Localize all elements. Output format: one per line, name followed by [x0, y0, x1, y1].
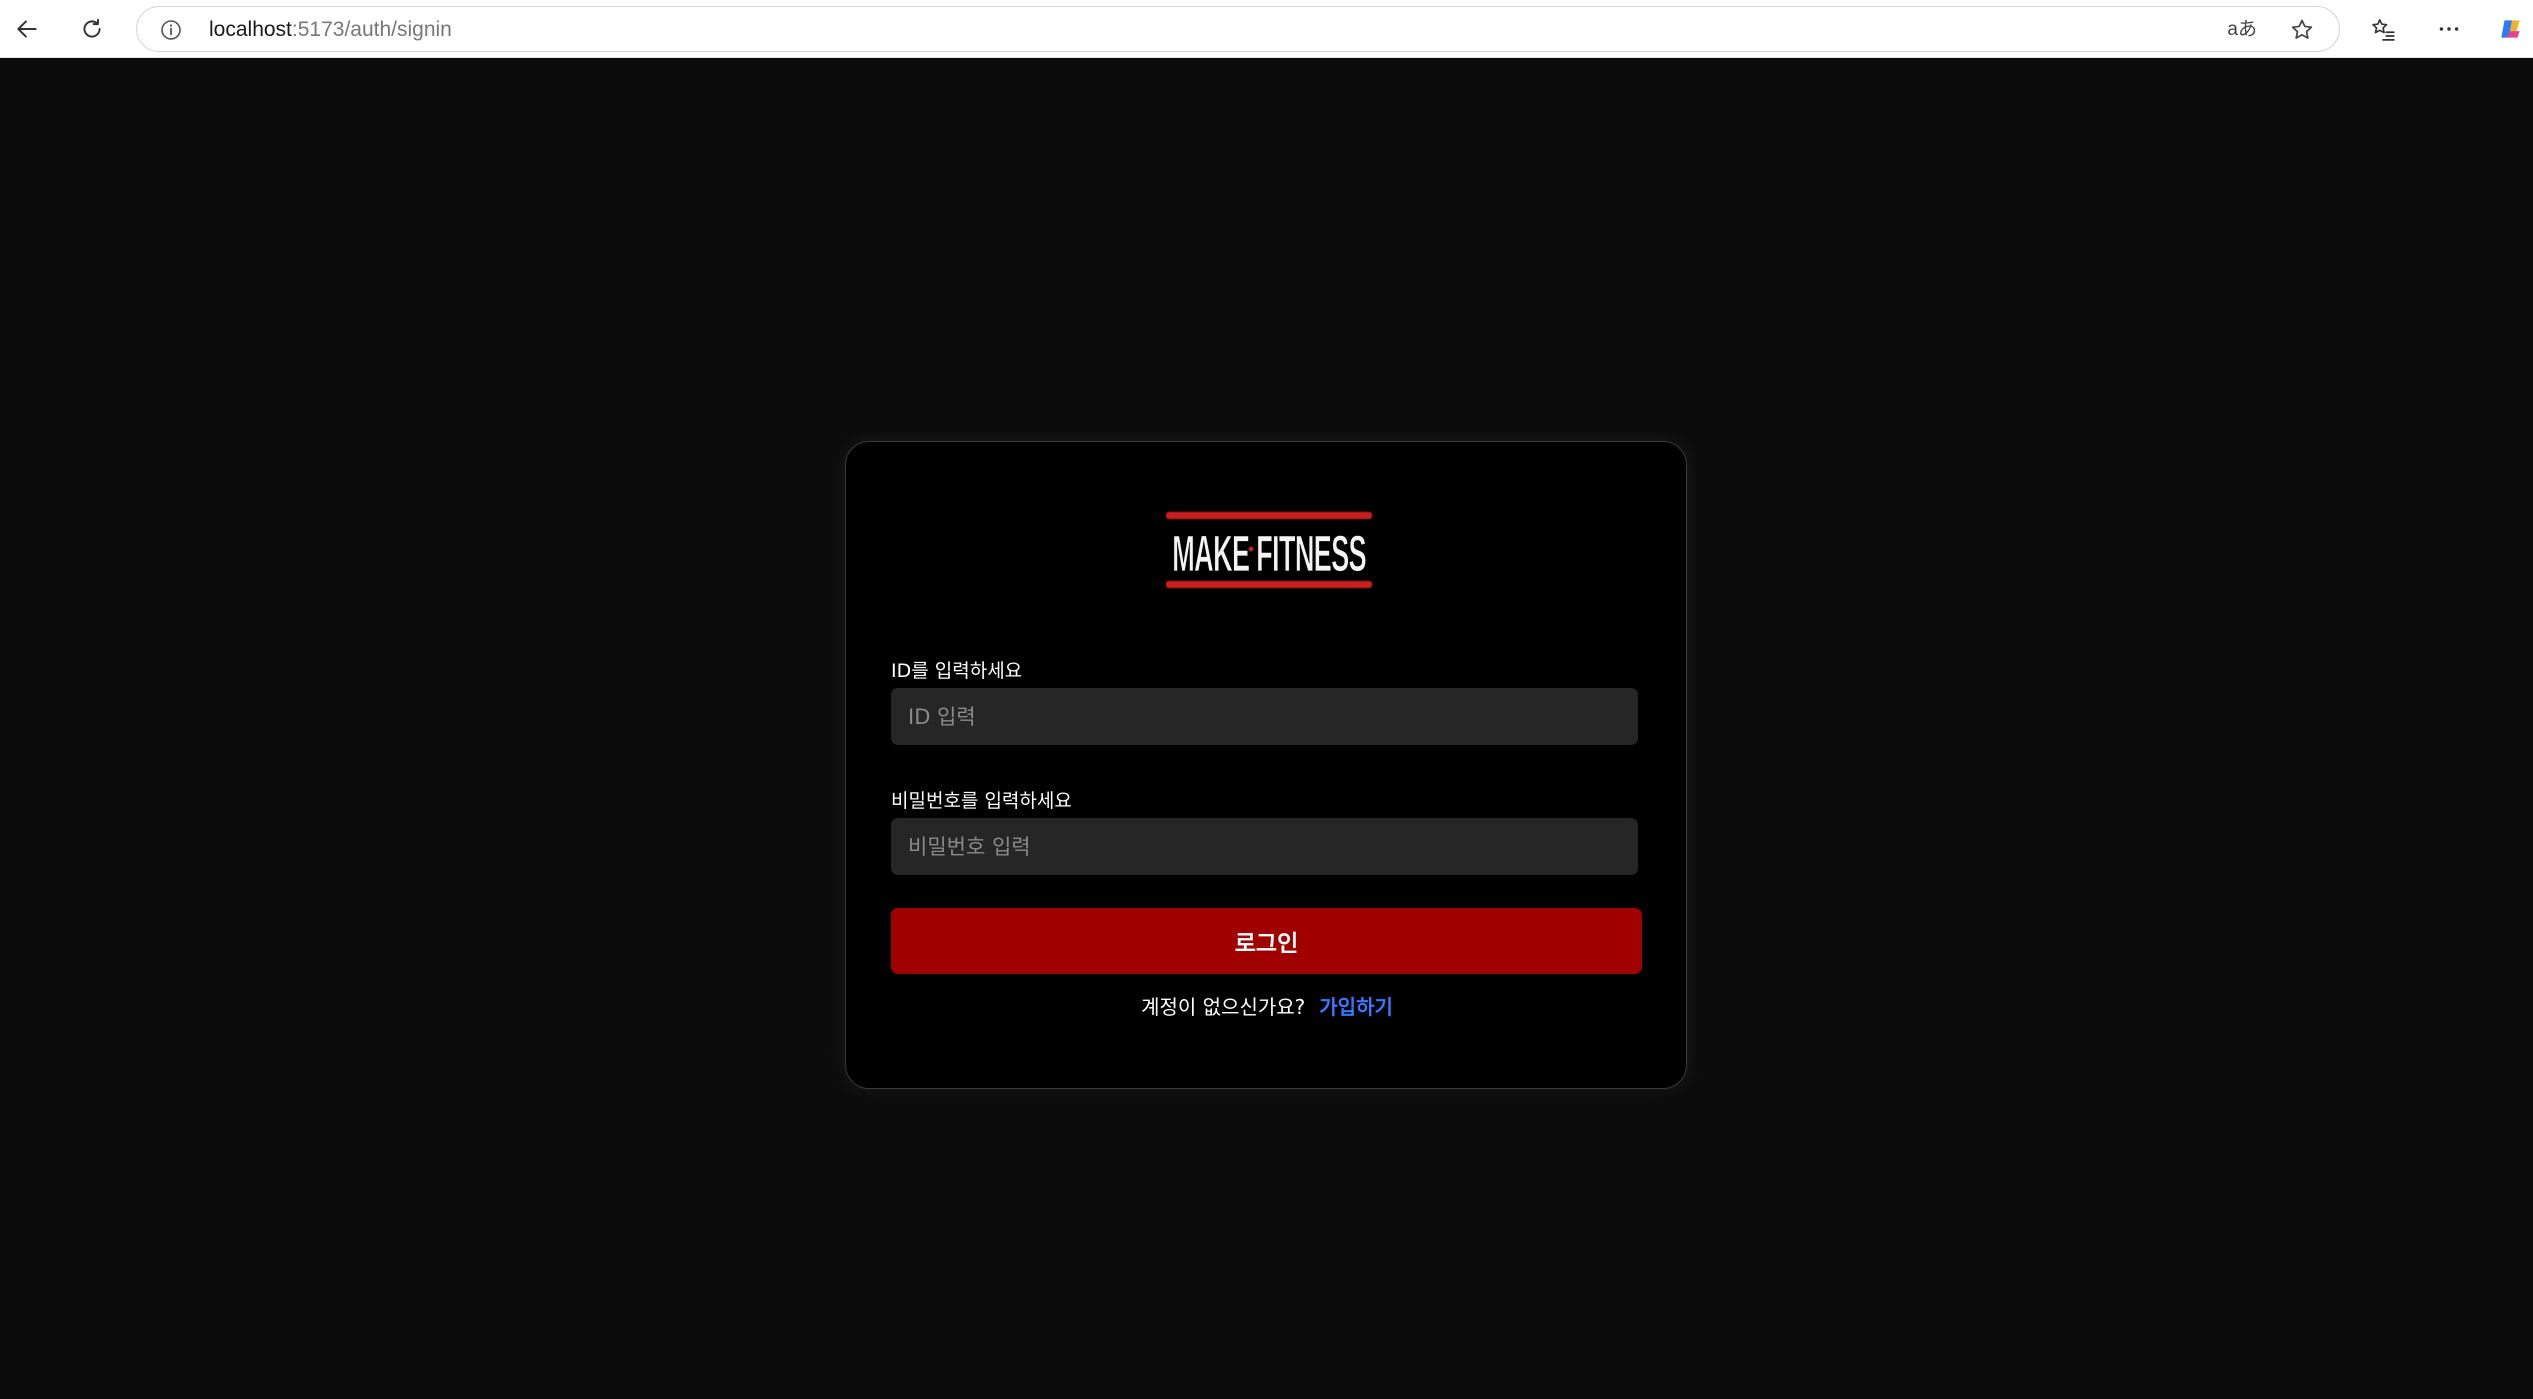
reload-icon	[83, 18, 101, 38]
back-icon	[17, 20, 37, 38]
favorite-star-icon[interactable]	[2289, 17, 2315, 43]
more-icon	[2439, 27, 2459, 31]
make-fitness-logo: MAKE FITNESS	[1165, 511, 1373, 589]
signup-row: 계정이 없으신가요? 가입하기	[846, 991, 1688, 1020]
login-card: MAKE FITNESS ID를 입력하세요 비밀번호를 입력하세요 로그인 계…	[845, 441, 1687, 1089]
url-path: :5173/auth/signin	[291, 18, 452, 41]
copilot-icon	[2501, 20, 2520, 38]
browser-toolbar: localhost:5173/auth/signin aあ	[0, 0, 2533, 58]
reload-button[interactable]	[73, 10, 111, 48]
back-button[interactable]	[8, 10, 46, 48]
password-label: 비밀번호를 입력하세요	[891, 790, 1072, 812]
signup-prompt: 계정이 없으신가요?	[1141, 995, 1306, 1019]
svg-text:MAKE FITNESS: MAKE FITNESS	[1172, 525, 1366, 582]
url-host: localhost	[209, 18, 292, 41]
address-bar[interactable]: localhost:5173/auth/signin aあ	[136, 6, 2340, 52]
site-info-icon[interactable]	[159, 18, 183, 42]
password-input[interactable]	[891, 818, 1638, 875]
login-button[interactable]: 로그인	[891, 908, 1642, 974]
more-button[interactable]	[2430, 10, 2468, 48]
id-input[interactable]	[891, 688, 1638, 745]
copilot-button[interactable]	[2492, 10, 2530, 48]
id-label: ID를 입력하세요	[891, 660, 1023, 682]
signup-link[interactable]: 가입하기	[1319, 991, 1393, 1020]
page-background: MAKE FITNESS ID를 입력하세요 비밀번호를 입력하세요 로그인 계…	[0, 59, 2533, 1399]
translate-icon[interactable]: aあ	[2227, 17, 2257, 43]
favorites-icon	[2372, 18, 2395, 41]
url-text[interactable]: localhost:5173/auth/signin	[209, 18, 452, 42]
favorites-button[interactable]	[2364, 10, 2402, 48]
